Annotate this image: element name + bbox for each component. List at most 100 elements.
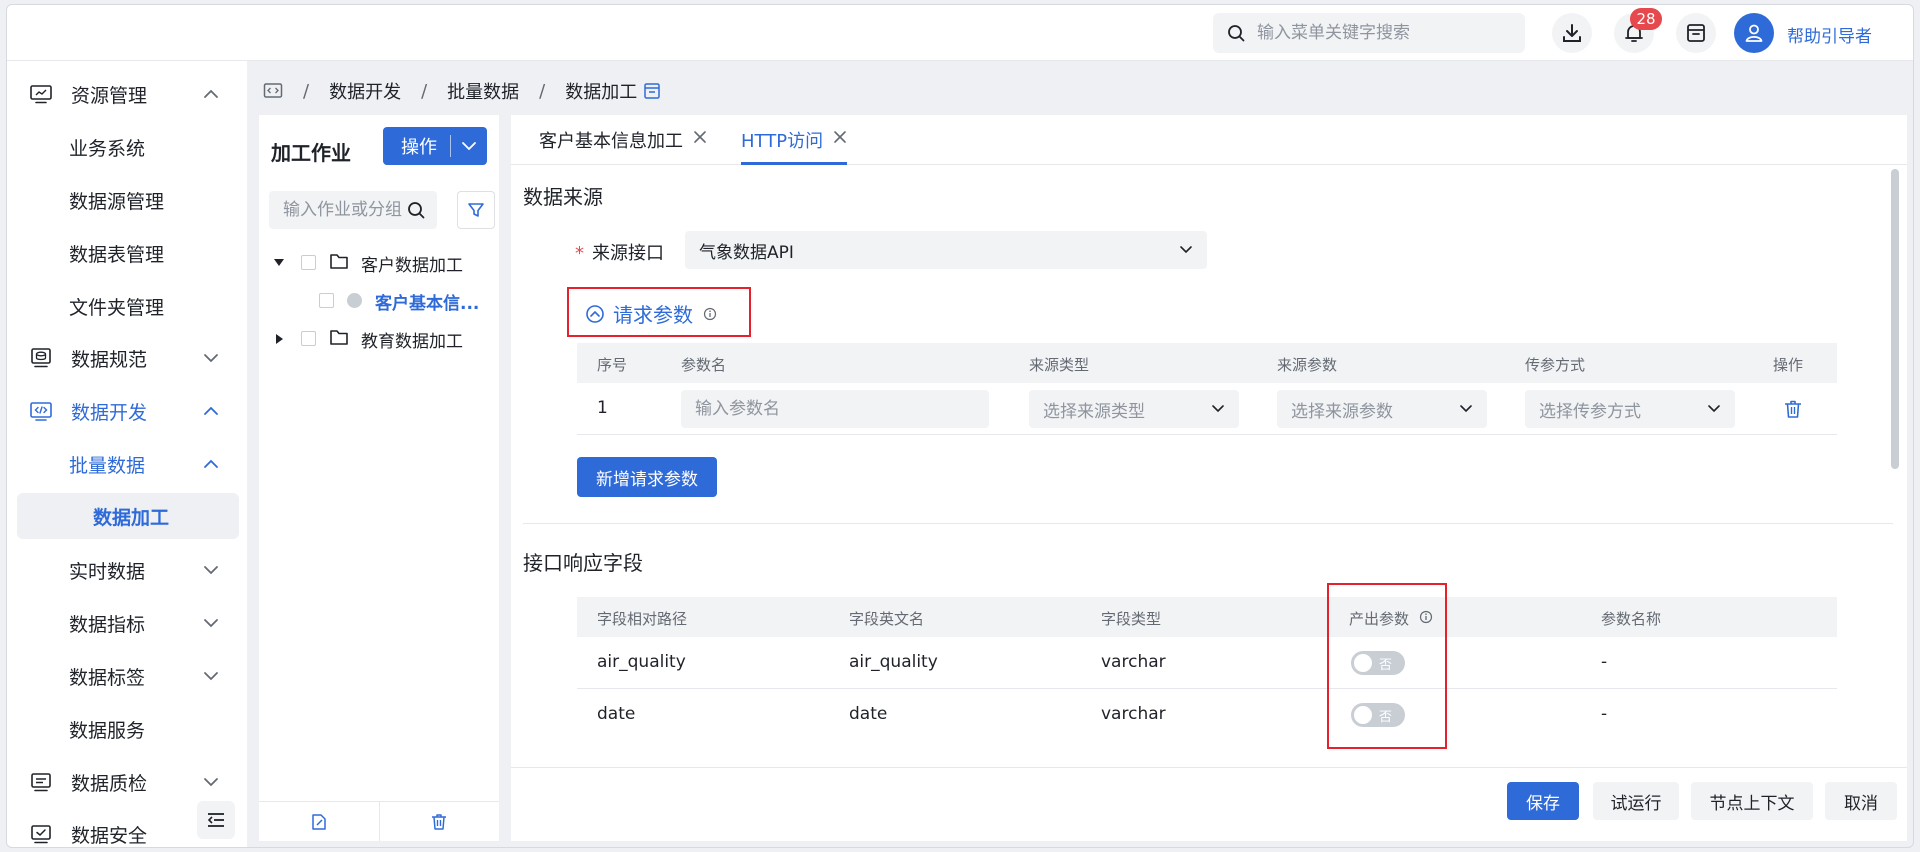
sidebar-item-data-quality[interactable]: 数据质检 — [7, 757, 247, 807]
node-context-button[interactable]: 节点上下文 — [1691, 782, 1813, 820]
request-params-toggle[interactable]: 请求参数 — [585, 299, 717, 328]
sidebar-item-batch-data[interactable]: 批量数据 — [7, 439, 247, 489]
breadcrumb: / 数据开发 / 批量数据 / 数据加工 — [263, 77, 661, 105]
download-button[interactable] — [1552, 13, 1592, 53]
delete-button[interactable] — [378, 802, 500, 841]
sidebar-item-data-development[interactable]: 数据开发 — [7, 386, 247, 436]
source-param-select[interactable]: 选择来源参数 — [1277, 390, 1487, 428]
cancel-button[interactable]: 取消 — [1825, 782, 1897, 820]
sidebar-item-table-management[interactable]: 数据表管理 — [7, 228, 247, 278]
sidebar-collapse-button[interactable] — [197, 801, 235, 839]
table-row: date date varchar 否 - — [577, 689, 1837, 733]
column-header: 序号 — [597, 356, 628, 374]
interface-label: * 来源接口 — [575, 239, 664, 265]
sidebar-item-data-standard[interactable]: 数据规范 — [7, 333, 247, 383]
menu-search-input[interactable] — [1257, 23, 1507, 43]
breadcrumb-item[interactable]: 数据开发 — [329, 78, 401, 104]
job-search[interactable] — [269, 191, 437, 229]
caret-right-icon[interactable] — [275, 333, 285, 345]
sidebar-item-business-system[interactable]: 业务系统 — [7, 122, 247, 172]
tree-checkbox[interactable] — [319, 293, 334, 308]
operation-label: 操作 — [401, 137, 437, 158]
tree-checkbox[interactable] — [301, 331, 316, 346]
save-button[interactable]: 保存 — [1507, 782, 1579, 820]
sidebar-item-data-processing[interactable]: 数据加工 — [17, 493, 239, 539]
tree-node-label: 客户基本信... — [375, 294, 480, 314]
breadcrumb-separator: / — [421, 80, 428, 102]
sidebar-item-label: 资源管理 — [71, 84, 148, 107]
bookmark-icon[interactable] — [643, 82, 661, 100]
sidebar-item-folder-management[interactable]: 文件夹管理 — [7, 281, 247, 331]
interface-select-value: 气象数据API — [699, 242, 794, 263]
filter-button[interactable] — [457, 191, 495, 229]
sidebar-item-label: 数据服务 — [69, 719, 146, 742]
column-header: 传参方式 — [1525, 356, 1586, 374]
breadcrumb-current: 数据加工 — [565, 82, 638, 103]
interface-label-text: 来源接口 — [592, 243, 664, 264]
table-header: 字段相对路径 字段英文名 字段类型 产出参数 参数名称 — [577, 597, 1837, 637]
sidebar-item-data-service[interactable]: 数据服务 — [7, 704, 247, 754]
sidebar-item-data-metrics[interactable]: 数据指标 — [7, 598, 247, 648]
avatar[interactable] — [1734, 13, 1774, 53]
job-status-dot — [347, 293, 362, 308]
sidebar-item-label: 数据安全 — [71, 824, 148, 847]
close-icon[interactable] — [693, 130, 707, 144]
section-title-response: 接口响应字段 — [523, 551, 643, 575]
job-search-input[interactable] — [283, 200, 403, 220]
chevron-down-icon — [1460, 405, 1472, 413]
sidebar-item-data-tags[interactable]: 数据标签 — [7, 651, 247, 701]
pass-method-select[interactable]: 选择传参方式 — [1525, 390, 1735, 428]
column-header: 字段英文名 — [849, 610, 925, 628]
tree-checkbox[interactable] — [301, 255, 316, 270]
trash-icon[interactable] — [1783, 399, 1803, 419]
tab-label: 客户基本信息加工 — [539, 131, 683, 152]
sidebar-item-label: 实时数据 — [69, 560, 146, 583]
chevron-down-icon[interactable] — [461, 140, 477, 152]
cell-path: date — [597, 704, 636, 724]
monitor-icon — [30, 85, 52, 104]
download-icon — [1563, 24, 1581, 42]
param-name-input[interactable] — [695, 399, 955, 419]
chevron-up-circle-icon — [586, 304, 604, 323]
operation-button[interactable]: 操作 — [383, 127, 487, 165]
code-icon[interactable] — [263, 82, 283, 100]
search-icon[interactable] — [407, 201, 425, 219]
caret-down-icon[interactable] — [273, 258, 285, 268]
chevron-down-icon — [204, 566, 218, 575]
cell-param: - — [1601, 704, 1608, 724]
sidebar-item-realtime-data[interactable]: 实时数据 — [7, 545, 247, 595]
tab-customer-basic[interactable]: 客户基本信息加工 — [539, 127, 707, 165]
cell-path: air_quality — [597, 652, 686, 672]
breadcrumb-item[interactable]: 批量数据 — [447, 78, 519, 104]
sidebar-item-datasource[interactable]: 数据源管理 — [7, 175, 247, 225]
highlight-box — [1327, 583, 1447, 749]
breadcrumb-separator: / — [539, 80, 546, 102]
tab-http-access[interactable]: HTTP访问 — [741, 127, 848, 165]
trial-run-button[interactable]: 试运行 — [1593, 782, 1679, 820]
sidebar-item-label: 数据质检 — [71, 772, 148, 795]
add-request-param-button[interactable]: 新增请求参数 — [577, 457, 717, 497]
source-type-select[interactable]: 选择来源类型 — [1029, 390, 1239, 428]
request-params-table: 序号 参数名 来源类型 来源参数 传参方式 操作 1 选择来源类型 选择来源参数 — [577, 343, 1837, 435]
source-param-placeholder: 选择来源参数 — [1291, 401, 1393, 422]
database-icon — [31, 348, 51, 368]
username[interactable]: 帮助引导者 — [1787, 22, 1872, 47]
close-icon[interactable] — [833, 130, 847, 144]
column-header: 字段相对路径 — [597, 610, 688, 628]
tree-node-label: 客户数据加工 — [361, 256, 463, 276]
edit-button[interactable] — [259, 802, 379, 841]
cell-type: varchar — [1101, 704, 1166, 724]
job-panel-footer — [259, 801, 499, 841]
sidebar-item-resource-management[interactable]: 资源管理 — [7, 69, 247, 119]
column-header: 参数名 — [681, 356, 727, 374]
trash-icon — [432, 813, 447, 830]
info-icon[interactable] — [703, 307, 717, 321]
request-params-title: 请求参数 — [613, 303, 693, 327]
column-header: 参数名称 — [1601, 610, 1662, 628]
editor-scrollbar[interactable] — [1891, 169, 1899, 469]
param-name-field[interactable] — [681, 390, 989, 428]
menu-search[interactable] — [1213, 13, 1525, 53]
cell-type: varchar — [1101, 652, 1166, 672]
archive-button[interactable] — [1676, 13, 1716, 53]
interface-select[interactable]: 气象数据API — [685, 231, 1207, 269]
